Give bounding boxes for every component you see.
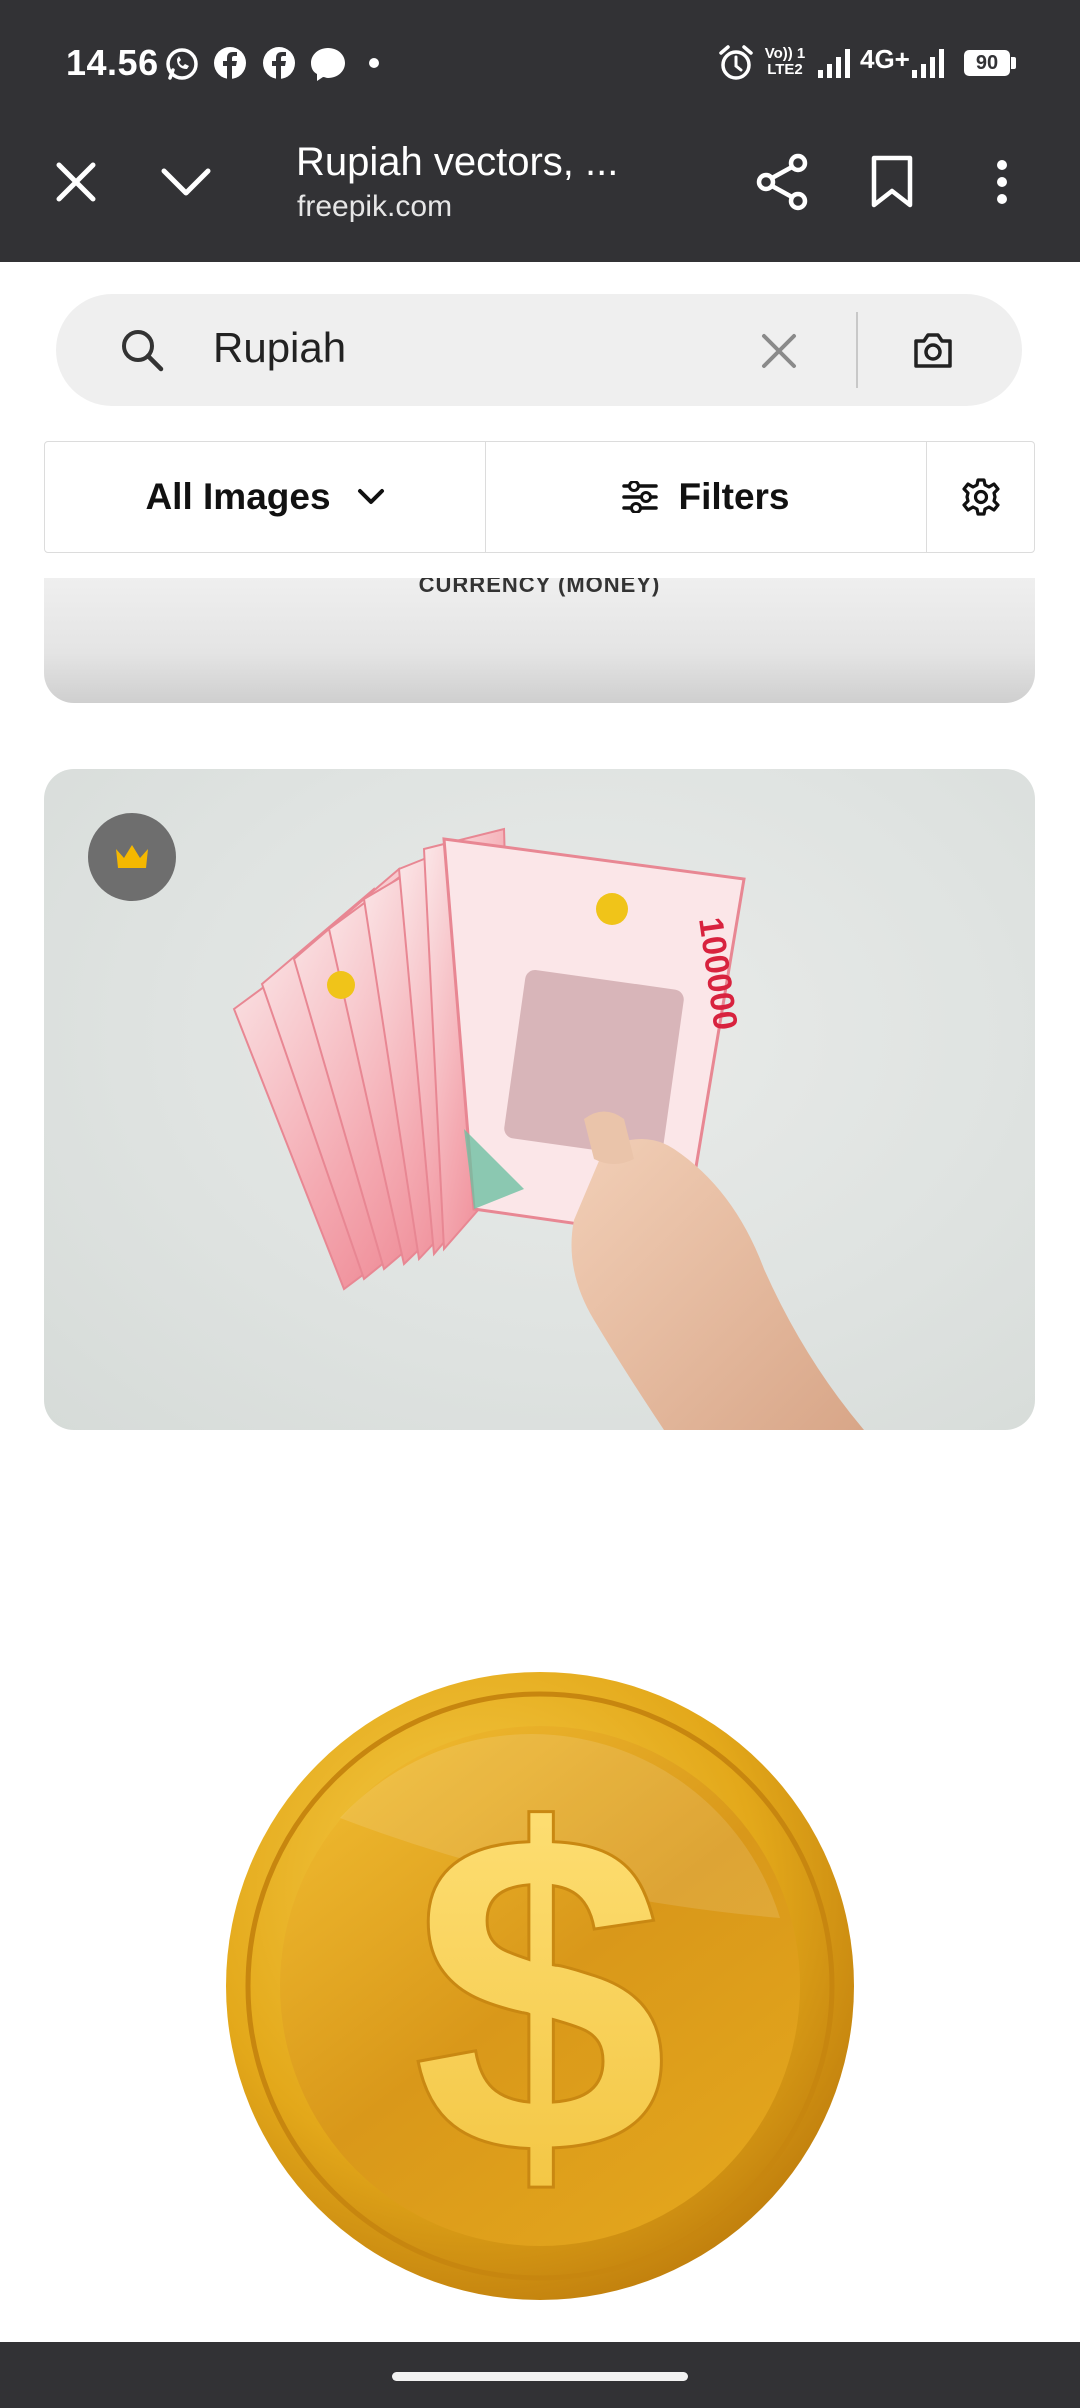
signal-icon (912, 49, 944, 78)
image-type-label: All Images (145, 476, 331, 517)
gesture-nav-bar (0, 2342, 1080, 2408)
sliders-icon (622, 481, 659, 513)
page-title[interactable]: Rupiah vectors, ... (296, 132, 618, 192)
image-type-select[interactable]: All Images (45, 442, 485, 552)
alarm-icon (719, 45, 753, 80)
result-card[interactable]: CURRENCY (MONEY) (44, 578, 1035, 703)
filters-label: Filters (678, 476, 790, 517)
dot-icon (369, 58, 379, 68)
search-input[interactable]: Rupiah (213, 324, 346, 372)
clear-icon[interactable] (760, 332, 798, 370)
chevron-down-icon (161, 168, 211, 196)
result-card-photo[interactable]: 100000 (44, 769, 1035, 1430)
banknotes-photo: 100000 (232, 827, 864, 1430)
close-icon (56, 162, 96, 202)
more-vert-icon (997, 160, 1007, 204)
dollar-coin: $ (226, 1672, 854, 2300)
status-time: 14.56 (66, 42, 159, 83)
battery-tip (1011, 57, 1016, 69)
facebook-icon (214, 47, 246, 80)
more-options-button[interactable] (962, 142, 1042, 222)
share-button[interactable] (742, 142, 822, 222)
bookmark-button[interactable] (852, 142, 932, 222)
page-domain[interactable]: freepik.com (297, 190, 452, 224)
settings-button[interactable] (927, 442, 1035, 552)
network-type: 4G+ (860, 44, 910, 74)
battery-icon: 90 (964, 50, 1010, 76)
filters-button[interactable]: Filters (486, 442, 926, 552)
home-indicator[interactable] (392, 2372, 688, 2381)
share-icon (756, 153, 808, 211)
close-button[interactable] (36, 142, 116, 222)
bookmark-icon (871, 155, 913, 208)
hand (571, 1139, 864, 1430)
filter-bar: All Images Filters (44, 441, 1035, 553)
settings-icon (962, 478, 1000, 516)
chevron-down-icon (357, 489, 384, 504)
facebook-icon (263, 47, 295, 80)
status-bar: 14.56 Vo)) 1 LTE2 4G+ 90 (0, 0, 1080, 128)
result-card-coin[interactable]: $ (220, 1668, 864, 2317)
volte-icon: Vo)) 1 LTE2 (764, 45, 806, 78)
custom-tab-toolbar: Rupiah vectors, ... freepik.com (0, 128, 1080, 262)
whatsapp-icon (166, 48, 198, 80)
messenger-icon (311, 48, 345, 81)
camera-icon[interactable] (912, 330, 954, 370)
search-bar[interactable]: Rupiah (56, 294, 1022, 406)
result-caption: CURRENCY (MONEY) (418, 578, 661, 597)
dollar-symbol: $ (412, 1738, 668, 2251)
signal-icon (818, 49, 850, 78)
minimize-button[interactable] (146, 142, 226, 222)
crown-icon (116, 845, 148, 868)
search-icon (122, 330, 164, 372)
premium-badge (88, 813, 176, 901)
search-separator (856, 312, 858, 388)
